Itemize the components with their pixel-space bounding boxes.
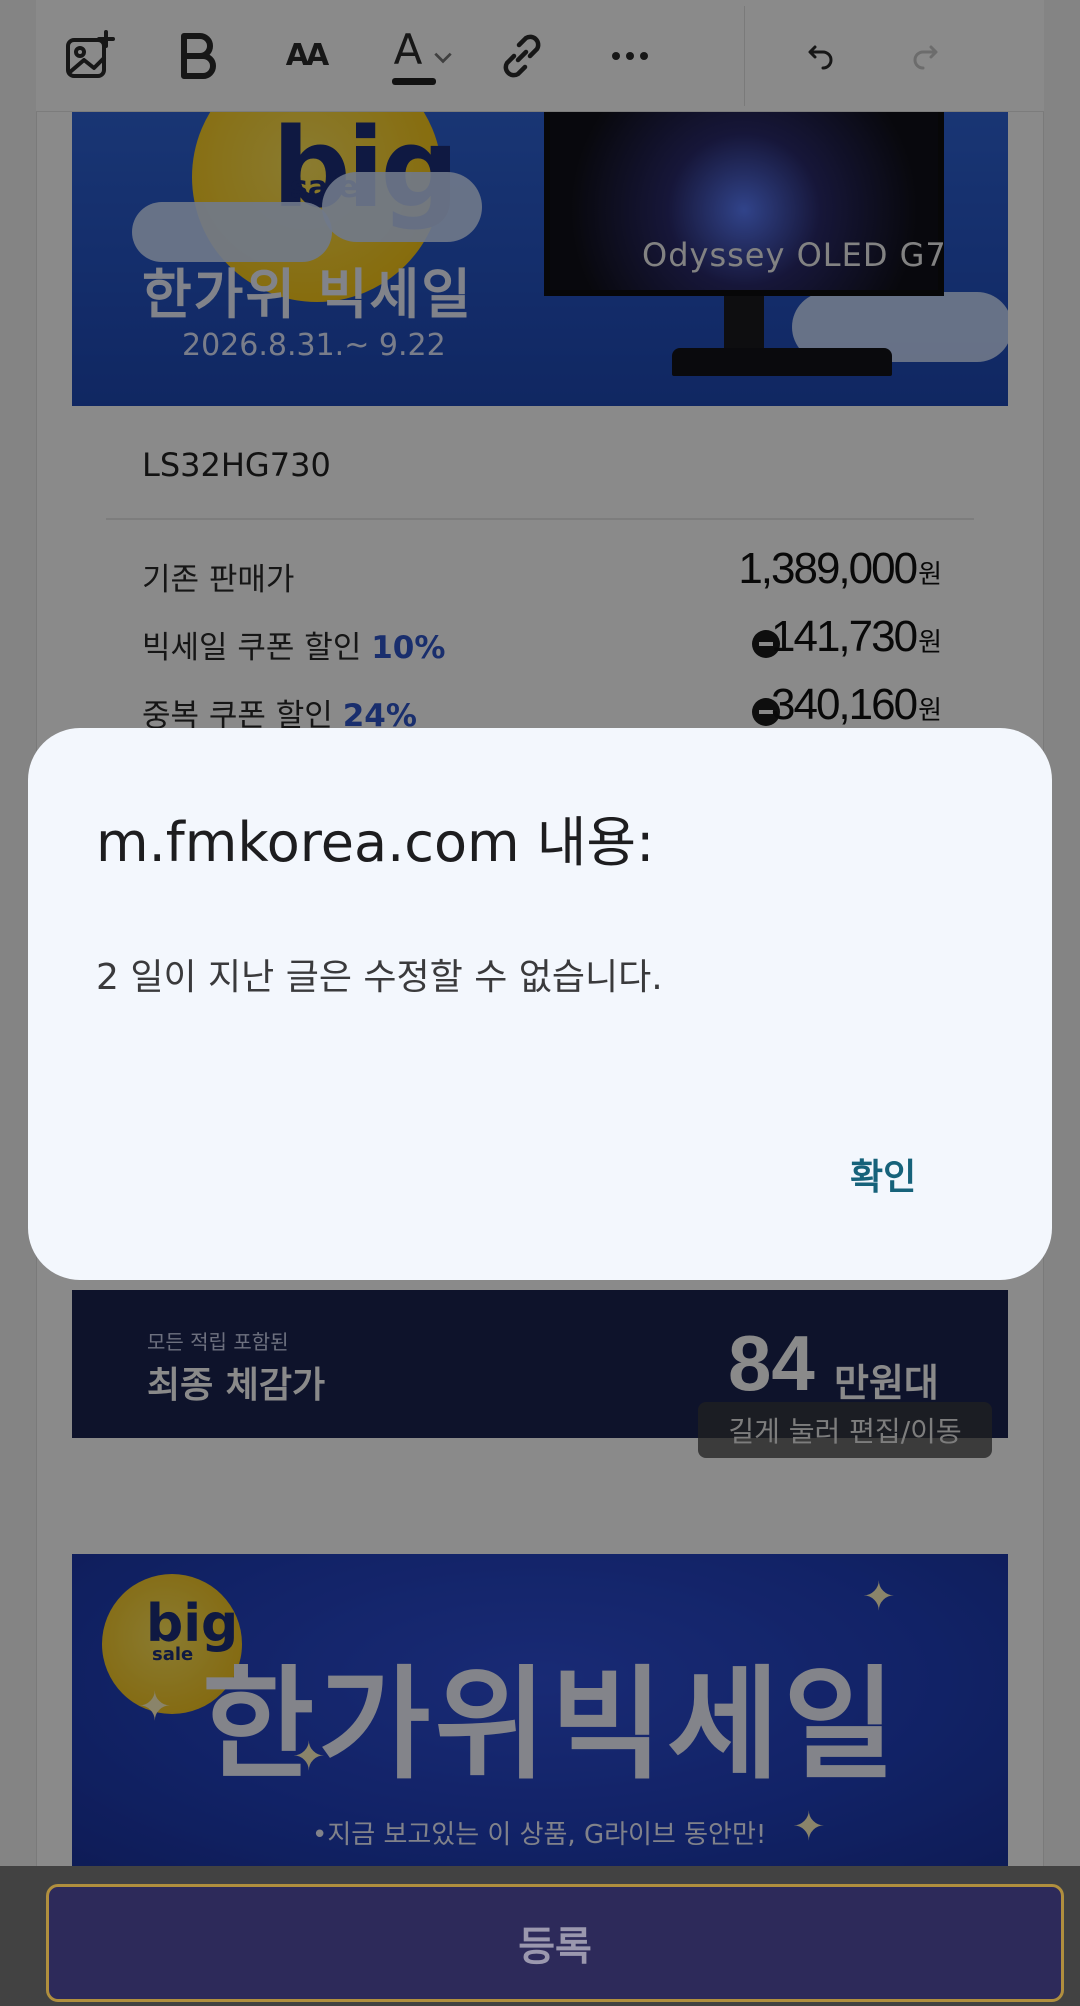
confirm-button[interactable]: 확인 [846, 1142, 920, 1206]
alert-dialog: m.fmkorea.com 내용: 2 일이 지난 글은 수정할 수 없습니다.… [28, 728, 1052, 1280]
dialog-message: 2 일이 지난 글은 수정할 수 없습니다. [96, 957, 663, 998]
dialog-title: m.fmkorea.com 내용: [96, 811, 655, 874]
register-button[interactable]: 등록 [46, 1884, 1064, 2002]
